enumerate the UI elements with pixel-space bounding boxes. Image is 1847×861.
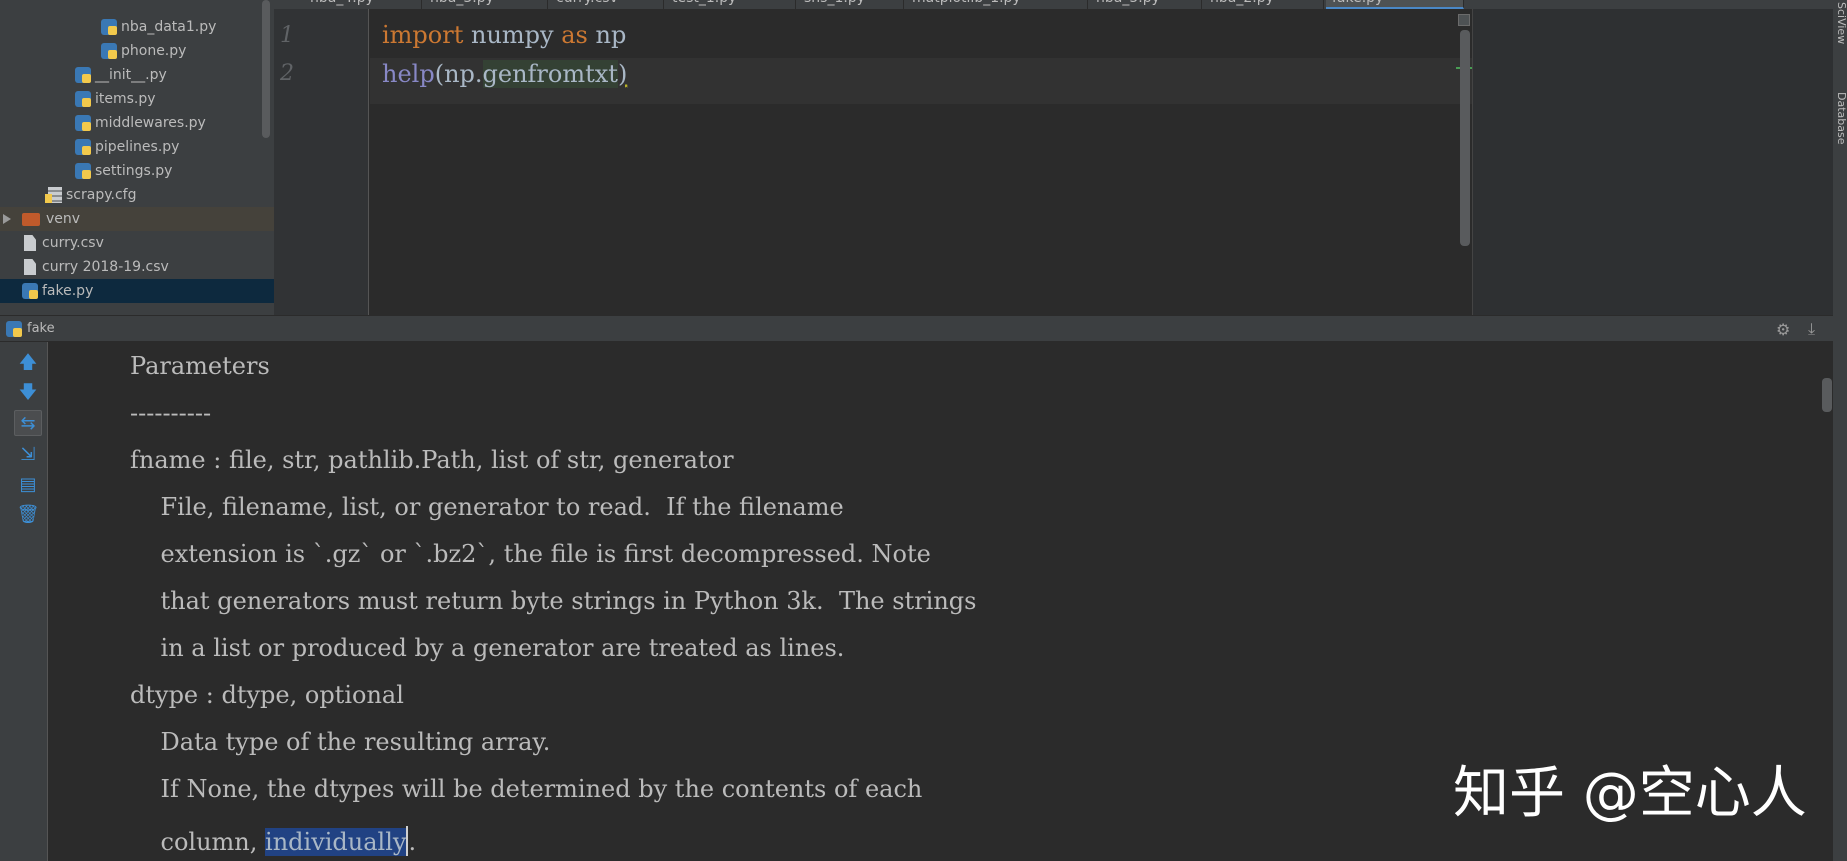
sciview-panel: [1472, 9, 1833, 315]
file-file-icon: [24, 235, 36, 251]
print-icon[interactable]: ▤: [14, 472, 42, 498]
tree-item-label: scrapy.cfg: [66, 187, 137, 203]
tree-item-label: pipelines.py: [95, 139, 180, 155]
tree-item[interactable]: curry 2018-19.csv: [0, 255, 274, 279]
code-paren-open: (np.: [434, 60, 483, 88]
module-name: numpy: [463, 21, 562, 49]
python-file-icon: [6, 321, 22, 337]
function-reference: genfromtxt: [482, 60, 618, 88]
tree-item[interactable]: curry.csv: [0, 231, 274, 255]
project-tree-scrollbar[interactable]: [262, 0, 270, 138]
file-file-icon: [24, 259, 36, 275]
tree-item[interactable]: phone.py: [0, 39, 274, 63]
tree-item[interactable]: pipelines.py: [0, 135, 274, 159]
editor-tab[interactable]: matplotlib_1.py: [906, 0, 1088, 9]
tree-item[interactable]: __init__.py: [0, 63, 274, 87]
editor-scrollbar[interactable]: [1460, 30, 1470, 246]
trash-icon[interactable]: 🗑: [14, 502, 42, 528]
tree-item-label: fake.py: [42, 283, 94, 299]
tree-item-label: __init__.py: [95, 67, 167, 83]
arrow-up-icon[interactable]: 🡅: [14, 350, 42, 376]
sciview-tool-label[interactable]: SciView: [1835, 2, 1847, 44]
tree-item-label: settings.py: [95, 163, 173, 179]
py-file-icon: [101, 43, 117, 59]
console-line: If None, the dtypes will be determined b…: [130, 775, 923, 803]
run-toolbar: 🡅 🡇 ⇆ ⇲ ▤ 🗑: [0, 342, 48, 861]
zhihu-watermark: 知乎 @空心人: [1453, 761, 1807, 826]
gear-icon[interactable]: ⚙: [1776, 320, 1790, 339]
selected-text[interactable]: individually: [265, 828, 407, 856]
tree-item-label: phone.py: [121, 43, 187, 59]
right-tool-strip: SciView Database: [1833, 0, 1847, 861]
console-line: extension is `.gz` or `.bz2`, the file i…: [130, 540, 931, 568]
project-tree: nba_data1.py phone.py __init__.py items.py m…: [0, 0, 274, 315]
console-scrollbar[interactable]: [1822, 378, 1832, 412]
code-line-1[interactable]: import numpy as np: [382, 21, 626, 49]
py-file-icon: [75, 139, 91, 155]
cfg-file-icon: [45, 187, 62, 203]
editor-tab[interactable]: test_1.py: [666, 0, 796, 9]
folder-file-icon: [22, 212, 40, 226]
editor-gutter: 1 2: [274, 9, 369, 315]
tree-item-label: nba_data1.py: [121, 19, 217, 35]
code-editor[interactable]: import numpy as np help(np.genfromtxt): [370, 9, 1472, 315]
keyword-as: as: [561, 21, 588, 49]
editor-tab[interactable]: fake.py: [1326, 0, 1464, 9]
py-file-icon: [75, 163, 91, 179]
py-file-icon: [75, 115, 91, 131]
module-alias: np: [587, 21, 627, 49]
tree-item-label: middlewares.py: [95, 115, 206, 131]
py-file-icon: [101, 19, 117, 35]
tree-item-label: curry 2018-19.csv: [42, 259, 169, 275]
tree-item[interactable]: items.py: [0, 87, 274, 111]
editor-tab[interactable]: sns_1.py: [798, 0, 904, 9]
editor-tab[interactable]: nba_4.py: [304, 0, 422, 9]
line-number: 2: [280, 61, 294, 86]
tree-item[interactable]: venv: [0, 207, 274, 231]
inspection-status-icon[interactable]: [1458, 14, 1470, 26]
editor-tab[interactable]: nba_3.py: [424, 0, 548, 9]
tree-item[interactable]: fake.py: [0, 279, 274, 303]
console-line: in a list or produced by a generator are…: [130, 634, 845, 662]
console-line: Parameters: [130, 352, 270, 380]
tree-item[interactable]: scrapy.cfg: [0, 183, 274, 207]
py-file-icon: [75, 91, 91, 107]
editor-tab-bar: nba_4.pynba_3.pycurry.csvtest_1.pysns_1.…: [274, 0, 1847, 9]
hide-panel-icon[interactable]: ⤓: [1808, 319, 1815, 339]
builtin-help: help: [382, 60, 435, 88]
py-file-icon: [22, 283, 38, 299]
run-panel-title[interactable]: fake: [27, 321, 55, 336]
tree-item-label: items.py: [95, 91, 156, 107]
console-line: File, filename, list, or generator to re…: [130, 493, 844, 521]
scroll-to-end-icon[interactable]: ⇲: [14, 442, 42, 468]
line-number: 1: [280, 23, 294, 48]
editor-tab[interactable]: nba_2.py: [1204, 0, 1324, 9]
arrow-down-icon[interactable]: 🡇: [14, 380, 42, 406]
console-line: that generators must return byte strings…: [130, 587, 977, 615]
expand-arrow-icon[interactable]: [3, 214, 11, 224]
editor-tab[interactable]: curry.csv: [550, 0, 664, 9]
console-text: column,: [130, 828, 266, 856]
console-line: column, individually.: [130, 826, 416, 856]
database-tool-label[interactable]: Database: [1835, 92, 1847, 145]
tree-item[interactable]: nba_data1.py: [0, 15, 274, 39]
console-line: dtype : dtype, optional: [130, 681, 404, 709]
console-line: ----------: [130, 399, 212, 427]
soft-wrap-icon[interactable]: ⇆: [14, 410, 42, 436]
py-file-icon: [75, 67, 91, 83]
tree-item-label: curry.csv: [42, 235, 104, 251]
console-line: Data type of the resulting array.: [130, 728, 551, 756]
editor-tab[interactable]: nba_5.py: [1090, 0, 1202, 9]
code-paren-close: ): [617, 60, 628, 88]
code-line-2[interactable]: help(np.genfromtxt): [382, 60, 627, 88]
console-line: fname : file, str, pathlib.Path, list of…: [130, 446, 734, 474]
run-panel-header: fake ⚙ ⤓: [0, 315, 1833, 342]
tree-item[interactable]: middlewares.py: [0, 111, 274, 135]
console-text: .: [408, 828, 417, 856]
tree-item[interactable]: settings.py: [0, 159, 274, 183]
keyword-import: import: [382, 21, 464, 49]
tree-item-label: venv: [46, 211, 81, 227]
